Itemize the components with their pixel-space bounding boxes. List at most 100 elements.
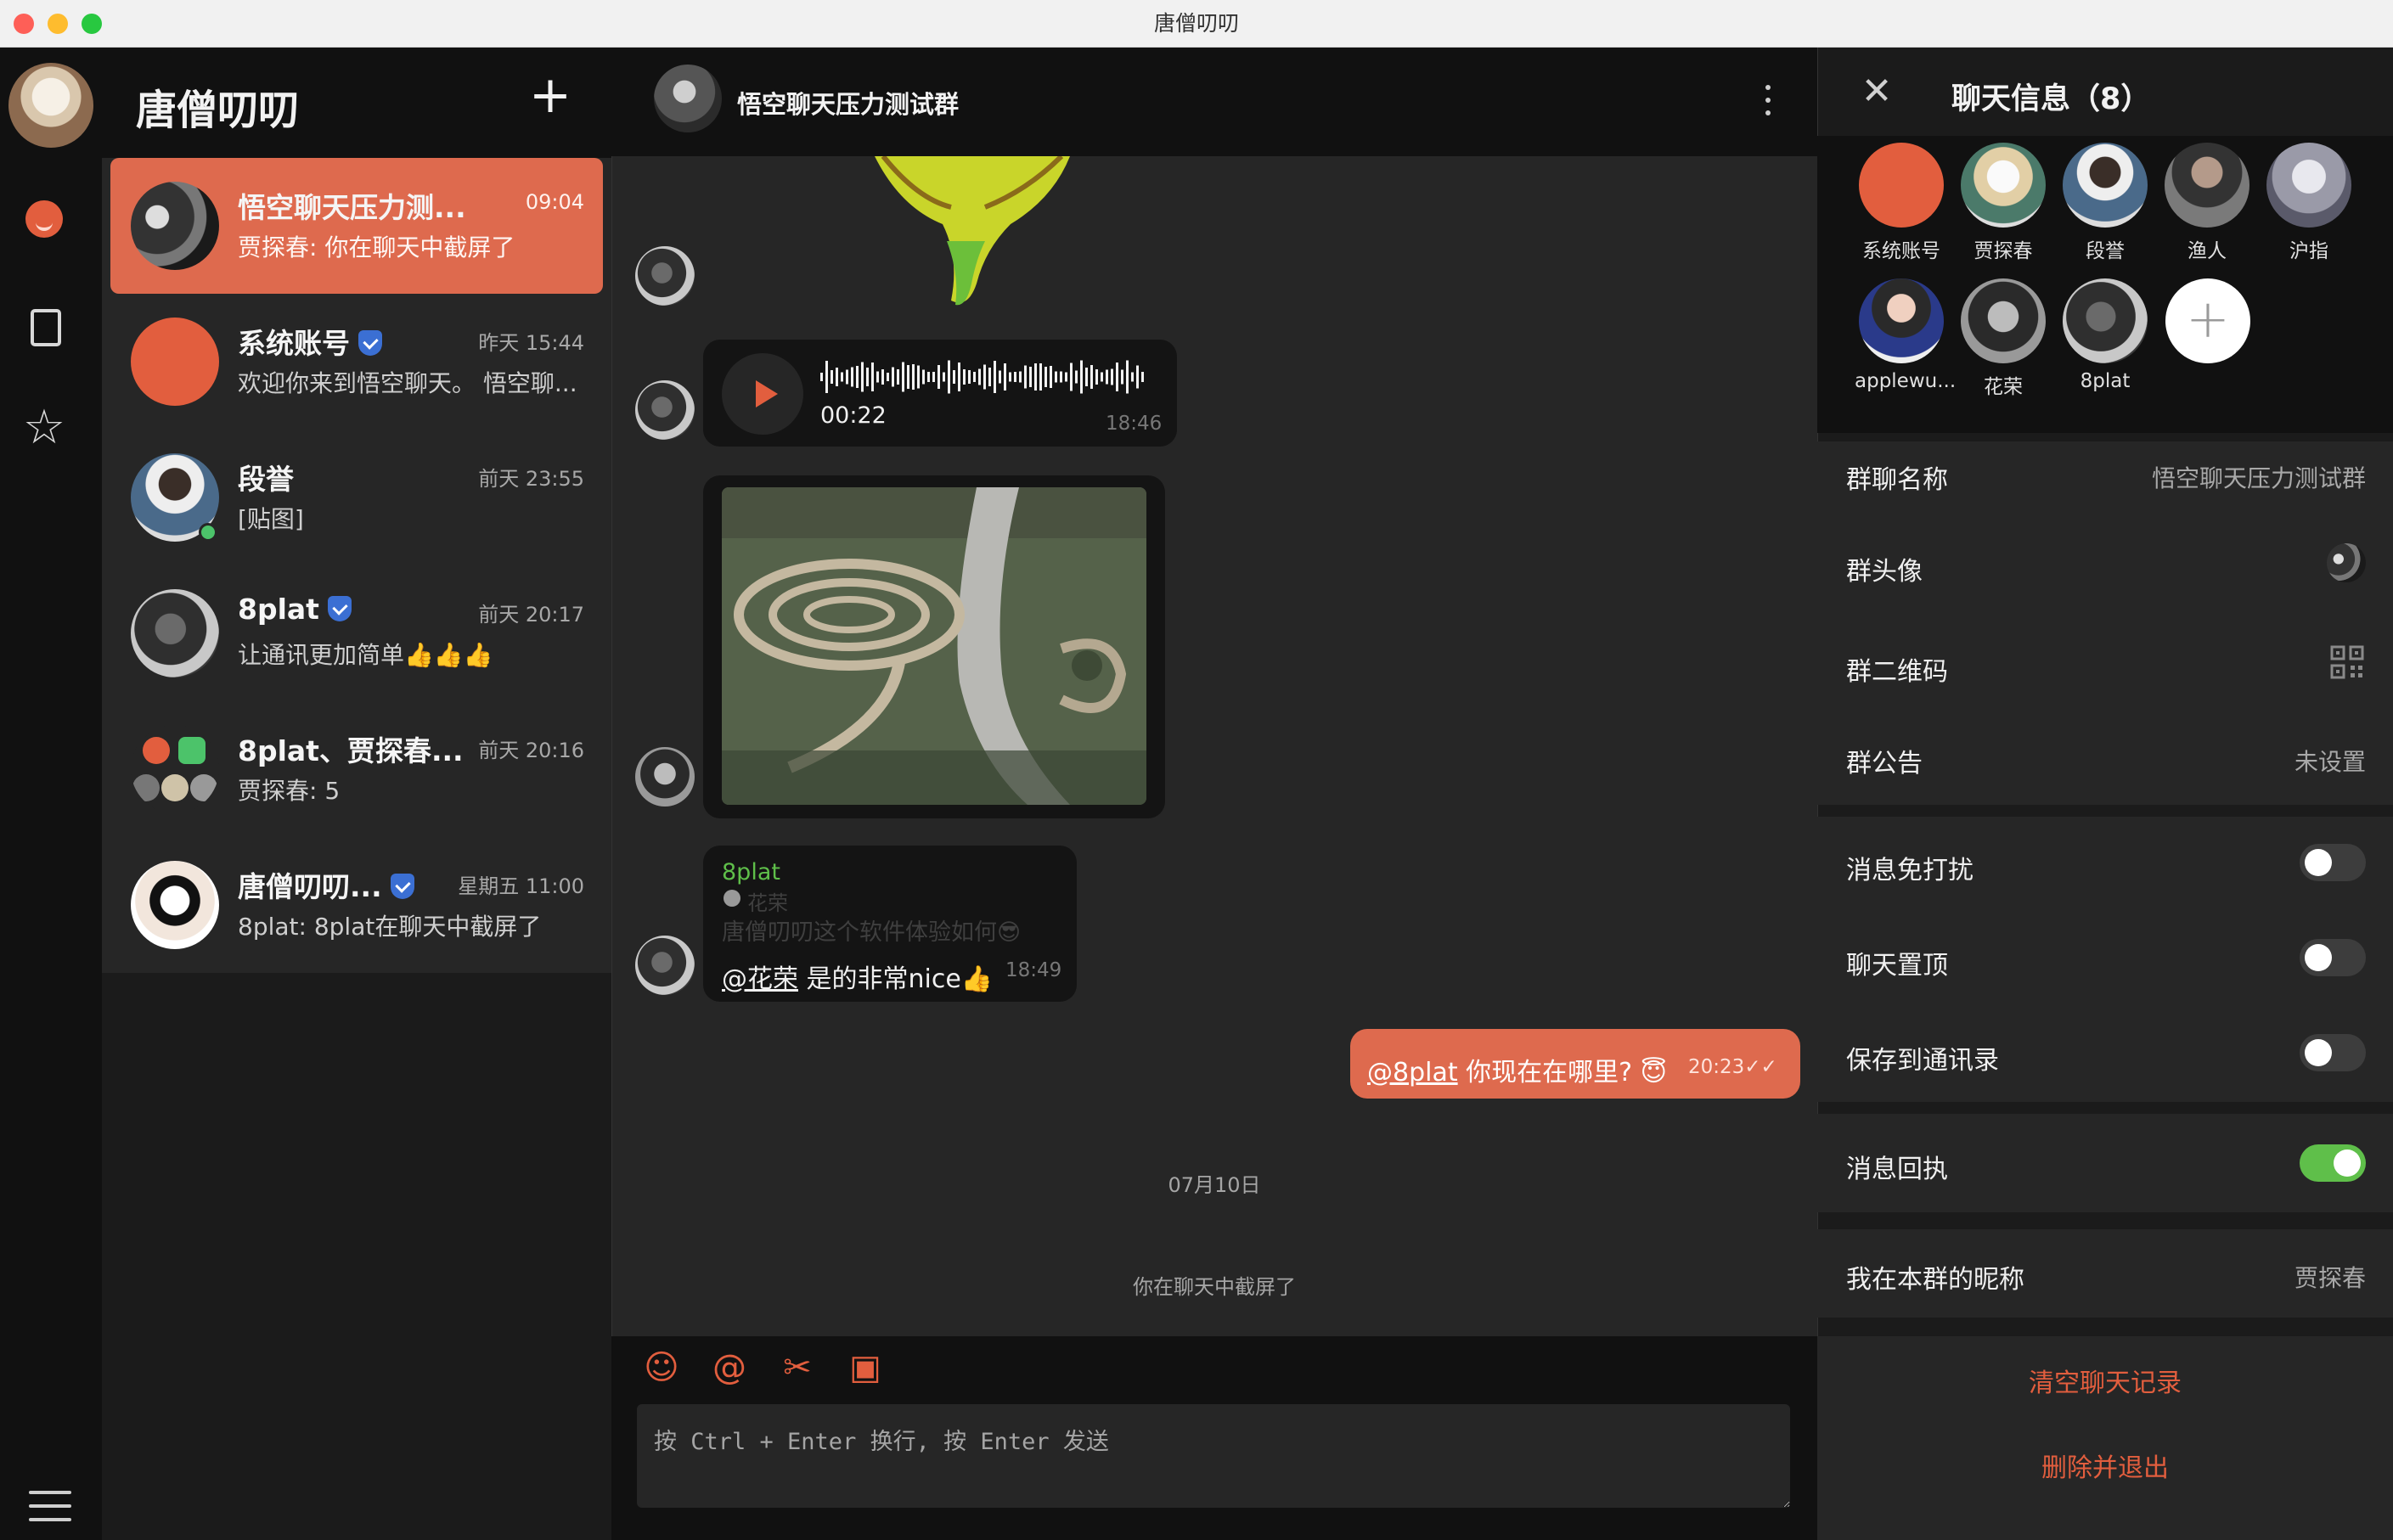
waveform-bar <box>1044 367 1047 387</box>
mute-toggle[interactable] <box>2300 844 2366 881</box>
delete-exit-button[interactable]: 删除并退出 <box>1817 1447 2393 1484</box>
chat-avatar[interactable] <box>654 65 722 132</box>
conversation-name-text: 8plat <box>238 593 319 626</box>
conversation-time: 09:04 <box>525 190 584 214</box>
chat-title: 悟空聊天压力测试群 <box>737 90 960 119</box>
group-notice-value[interactable]: 未设置 <box>2294 744 2366 778</box>
play-icon[interactable] <box>722 353 803 435</box>
voice-duration: 00:22 <box>820 402 887 429</box>
mention-link[interactable]: @花荣 <box>722 964 798 994</box>
mention-link[interactable]: @8plat <box>1367 1058 1458 1088</box>
member-avatar <box>2063 143 2148 228</box>
member-item[interactable]: 花荣 <box>1957 278 2050 399</box>
member-item[interactable]: 段誉 <box>2058 143 2152 263</box>
member-item[interactable]: 贾探春 <box>1957 143 2050 263</box>
waveform-bar <box>851 367 853 387</box>
conversation-item[interactable]: 唐僧叨叨... 星期五 11:00 8plat: 8plat在聊天中截屏了 <box>110 837 603 973</box>
message-time: 20:23✓✓ <box>1688 1056 1777 1078</box>
waveform-bar <box>922 369 925 385</box>
waveform-bar <box>820 373 823 381</box>
sender-avatar[interactable] <box>635 246 695 306</box>
conversation-preview: 让通讯更加简单👍👍👍 <box>238 641 493 669</box>
image-icon[interactable]: ▣ <box>846 1348 885 1387</box>
waveform-bar <box>1004 363 1006 391</box>
contacts-icon[interactable] <box>31 309 61 346</box>
clear-history-button[interactable]: 清空聊天记录 <box>1817 1362 2393 1399</box>
save-contacts-label: 保存到通讯录 <box>1846 1046 1999 1076</box>
member-avatar <box>2266 143 2351 228</box>
receipt-toggle[interactable] <box>2300 1144 2366 1182</box>
emoji-icon[interactable]: ☺ <box>642 1348 681 1387</box>
voice-waveform <box>820 360 1144 394</box>
qr-code-icon[interactable] <box>2330 645 2364 679</box>
app-name: 唐僧叨叨 <box>136 87 300 134</box>
conversation-name: 8plat <box>238 593 501 626</box>
save-contacts-toggle[interactable] <box>2300 1034 2366 1071</box>
conversation-time: 前天 23:55 <box>478 467 584 491</box>
waveform-bar <box>1090 365 1093 389</box>
conversation-preview: 贾探春: 5 <box>238 777 341 805</box>
chat-icon[interactable] <box>25 200 63 238</box>
waveform-bar <box>871 363 874 391</box>
conversation-avatar <box>131 861 219 949</box>
member-name: 渔人 <box>2187 240 2227 262</box>
waveform-bar <box>892 367 894 387</box>
message-time: 18:49 <box>1005 959 1062 981</box>
waveform-bar <box>1065 372 1067 382</box>
conversation-item[interactable]: 段誉 前天 23:55 [贴图] <box>110 430 603 565</box>
group-name-label: 群聊名称 <box>1846 465 1948 495</box>
message-input[interactable] <box>637 1404 1790 1508</box>
member-name: 8plat <box>2080 370 2131 392</box>
pin-label: 聊天置顶 <box>1846 951 1948 981</box>
sender-avatar[interactable] <box>635 936 695 995</box>
mention-icon[interactable]: @ <box>710 1348 749 1387</box>
member-item[interactable]: 8plat <box>2058 278 2152 392</box>
menu-icon[interactable] <box>29 1491 71 1525</box>
sender-avatar[interactable] <box>635 380 695 440</box>
member-item[interactable]: 系统账号 <box>1855 143 1948 263</box>
waveform-bar <box>1080 360 1083 394</box>
member-name: 沪指 <box>2289 240 2328 262</box>
my-avatar[interactable] <box>8 63 93 148</box>
nickname-section: 我在本群的昵称 贾探春 <box>1817 1229 2393 1318</box>
waveform-bar <box>937 365 940 389</box>
conversation-preview: [贴图] <box>238 505 304 533</box>
conversation-preview: 欢迎你来到悟空聊天。 悟空聊... <box>238 369 577 397</box>
group-avatar[interactable] <box>2327 543 2366 582</box>
conversation-item[interactable]: 系统账号 昨天 15:44 欢迎你来到悟空聊天。 悟空聊... <box>110 294 603 430</box>
conversation-item[interactable]: 8plat 前天 20:17 让通讯更加简单👍👍👍 <box>110 565 603 701</box>
waveform-bar <box>876 371 879 383</box>
conversation-item[interactable]: 悟空聊天压力测... 09:04 贾探春: 你在聊天中截屏了 <box>110 158 603 294</box>
waveform-bar <box>897 369 899 385</box>
member-item[interactable]: applewu... <box>1855 278 1956 392</box>
toggle-section: 消息免打扰 聊天置顶 保存到通讯录 <box>1817 817 2393 1102</box>
message-body: 你现在在哪里? 😇 <box>1457 1058 1667 1088</box>
add-member-button[interactable]: + <box>2165 278 2250 363</box>
waveform-bar <box>1141 372 1144 382</box>
waveform-bar <box>1060 371 1062 383</box>
nickname-value[interactable]: 贾探春 <box>2294 1260 2366 1294</box>
plus-icon[interactable]: + <box>526 70 574 121</box>
waveform-bar <box>907 365 909 389</box>
member-item[interactable]: 渔人 <box>2160 143 2254 263</box>
waveform-bar <box>841 372 843 382</box>
sticker-image[interactable] <box>866 156 1070 309</box>
conversation-name: 悟空聊天压力测... <box>238 191 466 224</box>
close-icon[interactable]: ✕ <box>1860 73 1894 110</box>
photo-image[interactable] <box>722 487 1146 805</box>
waveform-bar <box>973 372 976 382</box>
waveform-bar <box>1106 369 1108 385</box>
conversation-name-text: 唐僧叨叨... <box>238 870 382 903</box>
qr-code-label: 群二维码 <box>1846 657 1948 687</box>
conversation-avatar <box>131 318 219 406</box>
conversation-preview: 贾探春: 你在聊天中截屏了 <box>238 233 515 261</box>
member-item[interactable]: 沪指 <box>2262 143 2356 263</box>
scissors-icon[interactable]: ✂ <box>778 1348 817 1387</box>
more-options-icon[interactable] <box>1763 81 1773 119</box>
conversation-item[interactable]: 8plat、贾探春... 前天 20:16 贾探春: 5 <box>110 701 603 837</box>
pin-toggle[interactable] <box>2300 939 2366 976</box>
waveform-bar <box>1050 366 1052 388</box>
star-icon[interactable]: ☆ <box>20 404 68 452</box>
sender-avatar[interactable] <box>635 747 695 807</box>
group-name-value[interactable]: 悟空聊天压力测试群 <box>2152 460 2366 494</box>
